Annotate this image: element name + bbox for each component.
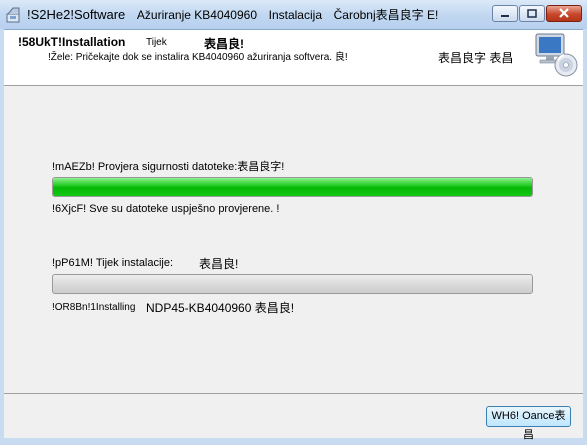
header-panel: !58UkT!Installation Tijek 表昌良! !Žele: Pr… <box>4 30 583 86</box>
verify-label: !mAEZb! Provjera sigurnosti datoteke:表昌良… <box>52 161 285 173</box>
main-panel: !mAEZb! Provjera sigurnosti datoteke:表昌良… <box>4 86 583 393</box>
install-status-item: NDP45-KB4040960 表昌良! <box>146 301 295 315</box>
minimize-button[interactable] <box>492 5 518 22</box>
install-status-prefix: !OR8Bn!1Installing <box>52 302 136 313</box>
header-title: !58UkT!Installation <box>18 35 126 49</box>
title-part-update: Ažuriranje KB4040960 <box>136 8 257 22</box>
installer-app-icon[interactable] <box>5 6 23 24</box>
maximize-icon <box>527 9 537 18</box>
close-icon <box>559 8 569 18</box>
verify-status: !6XjcF! Sve su datoteke uspješno provjer… <box>52 203 280 215</box>
header-description: !Žele: Pričekajte dok se instalira KB404… <box>48 52 348 63</box>
verify-progress-bar <box>52 177 533 197</box>
window-title: !S2He2!Software Ažuriranje KB4040960 Ins… <box>27 6 446 23</box>
window-frame-right <box>583 29 587 438</box>
cancel-button[interactable]: WH6! Oance表昌 <box>486 406 571 441</box>
install-label: !pP61M! Tijek instalacije: <box>52 257 174 269</box>
header-phase: Tijek <box>146 37 167 48</box>
title-bar[interactable]: !S2He2!Software Ažuriranje KB4040960 Ins… <box>0 0 587 30</box>
footer-panel: WH6! Oance表昌 <box>4 394 583 441</box>
maximize-button[interactable] <box>519 5 545 22</box>
title-part-app: !S2He2!Software <box>27 7 126 22</box>
verify-progress-fill <box>53 178 532 196</box>
header-right-text: 表昌良字 表昌 <box>438 51 514 65</box>
install-progress-bar <box>52 274 533 294</box>
install-label-cjk: 表昌良! <box>199 257 239 271</box>
minimize-icon <box>501 15 509 17</box>
title-part-install: Instalacija <box>268 8 322 22</box>
close-button[interactable] <box>546 5 582 22</box>
title-part-wizard: Čarobnj表昌良字 E! <box>333 8 439 22</box>
header-cjk-text: 表昌良! <box>204 37 244 51</box>
computer-disc-icon <box>535 33 578 77</box>
